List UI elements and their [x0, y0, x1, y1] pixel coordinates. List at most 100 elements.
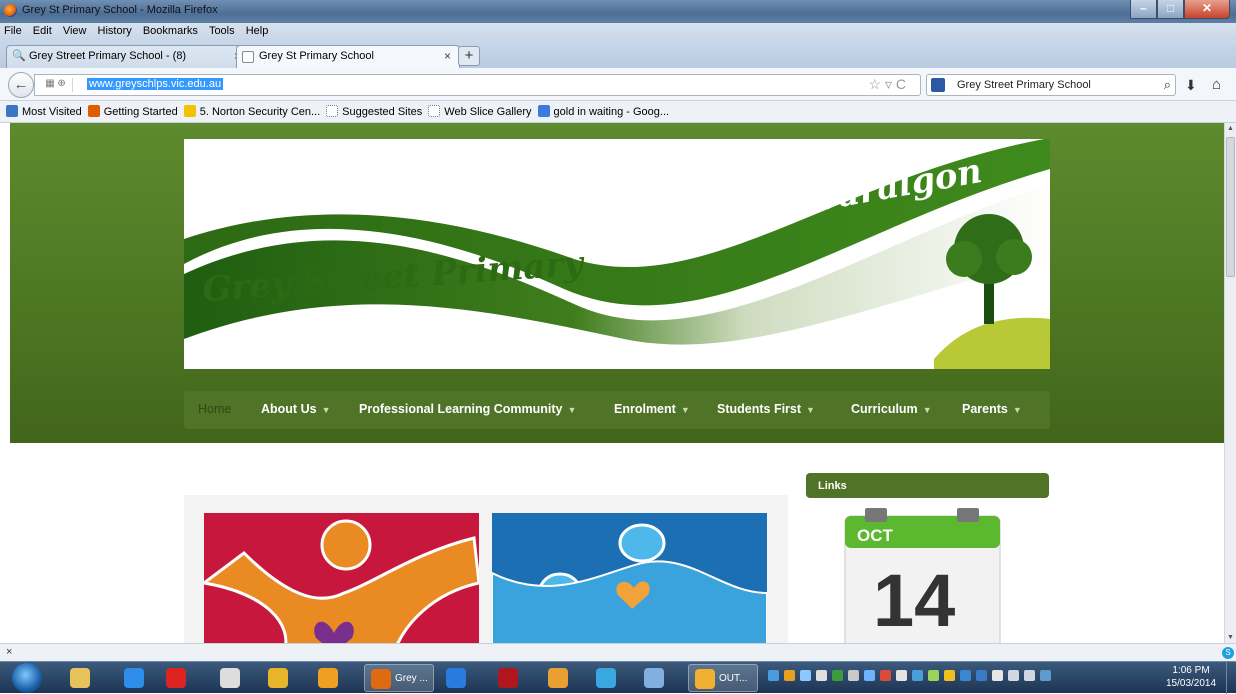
- taskbar-java-button[interactable]: [542, 664, 578, 692]
- bookmark-star-icon[interactable]: ☆ ▿ C: [869, 76, 906, 93]
- search-input[interactable]: Grey Street Primary School: [957, 79, 1091, 91]
- school-banner[interactable]: Grey Street Primary Traralgon: [184, 139, 1050, 369]
- outlook-icon: [695, 669, 715, 689]
- tab-grey-st-primary[interactable]: Grey St Primary School ×: [236, 45, 460, 68]
- media-app-icon: [318, 668, 338, 688]
- scroll-up-icon[interactable]: ▲: [1227, 125, 1234, 132]
- close-button[interactable]: ✕: [1184, 0, 1230, 19]
- volume-icon[interactable]: [1024, 670, 1035, 681]
- tray-icon[interactable]: [1040, 670, 1051, 681]
- scrollbar-thumb[interactable]: [1226, 137, 1235, 277]
- taskbar-clock[interactable]: 1:06 PM 15/03/2014: [1166, 664, 1216, 690]
- bookmark-item[interactable]: 5. Norton Security Cen...: [183, 105, 321, 118]
- minimize-button[interactable]: –: [1130, 0, 1157, 19]
- tray-icon[interactable]: [928, 670, 939, 681]
- skype-icon[interactable]: S: [1222, 647, 1234, 659]
- menu-view[interactable]: View: [59, 23, 87, 37]
- tray-icon[interactable]: [912, 670, 923, 681]
- tab-grey-street-search[interactable]: 🔍 Grey Street Primary School - (8) ×: [6, 45, 250, 68]
- taskbar-label: Grey ...: [395, 673, 428, 684]
- calendar-icon[interactable]: OCT 14: [835, 508, 1010, 643]
- tray-icon[interactable]: [960, 670, 971, 681]
- tab-close-icon[interactable]: ×: [444, 49, 451, 63]
- bookmark-item[interactable]: Getting Started: [87, 105, 178, 118]
- flag-icon[interactable]: [944, 670, 955, 681]
- tray-icon[interactable]: [832, 670, 843, 681]
- nav-about-us[interactable]: About Us ▼: [261, 402, 330, 416]
- bookmark-label: 5. Norton Security Cen...: [199, 106, 321, 118]
- findbar-close-icon[interactable]: ×: [6, 646, 12, 658]
- bookmark-icon: [537, 105, 550, 117]
- tray-icon[interactable]: [992, 670, 1003, 681]
- blue-figures-graphic: [492, 523, 767, 643]
- bookmark-item[interactable]: gold in waiting - Goog...: [537, 105, 669, 118]
- scroll-down-icon[interactable]: ▼: [1227, 634, 1234, 641]
- clock-date: 15/03/2014: [1166, 678, 1217, 689]
- tray-icon[interactable]: [896, 670, 907, 681]
- vertical-scrollbar[interactable]: ▲ ▼: [1224, 123, 1236, 643]
- tray-icon[interactable]: [864, 670, 875, 681]
- tray-icon[interactable]: [768, 670, 779, 681]
- nav-label: Parents: [962, 402, 1008, 416]
- show-desktop-button[interactable]: [1226, 662, 1236, 694]
- bookmark-item[interactable]: Web Slice Gallery: [428, 105, 532, 118]
- tray-icon[interactable]: [800, 670, 811, 681]
- tray-icon[interactable]: [848, 670, 859, 681]
- menu-history[interactable]: History: [94, 23, 132, 37]
- bookmark-item[interactable]: Suggested Sites: [326, 105, 422, 118]
- menu-bookmarks[interactable]: Bookmarks: [139, 23, 198, 37]
- nav-enrolment[interactable]: Enrolment ▼: [614, 402, 690, 416]
- taskbar-chrome-button[interactable]: [262, 664, 298, 692]
- taskbar-firefox-button[interactable]: Grey ...: [364, 664, 434, 692]
- taskbar-outlook-button[interactable]: OUT...: [688, 664, 758, 692]
- nav-curriculum[interactable]: Curriculum ▼: [851, 402, 932, 416]
- nav-label: Enrolment: [614, 402, 676, 416]
- taskbar-math-app-button[interactable]: [590, 664, 626, 692]
- nav-professional-learning-community[interactable]: Professional Learning Community ▼: [359, 402, 576, 416]
- search-icon: 🔍: [12, 50, 26, 62]
- nav-home[interactable]: Home: [198, 402, 231, 416]
- search-icon[interactable]: ⌕: [1164, 77, 1171, 93]
- site-identity-icon[interactable]: ▦ ⊕: [39, 78, 73, 92]
- address-text[interactable]: www.greyschlps.vic.edu.au: [87, 78, 224, 90]
- bookmark-icon: [183, 105, 196, 117]
- maximize-button[interactable]: □: [1157, 0, 1184, 19]
- menu-help[interactable]: Help: [242, 23, 269, 37]
- search-engine-icon[interactable]: [931, 78, 945, 92]
- taskbar-red-app-button[interactable]: [492, 664, 528, 692]
- tray-icon[interactable]: [816, 670, 827, 681]
- address-bar[interactable]: ▦ ⊕ www.greyschlps.vic.edu.au ☆ ▿ C: [34, 74, 921, 96]
- nav-label: Home: [198, 402, 232, 416]
- feature-tile-orange-figure[interactable]: [204, 513, 479, 643]
- back-button[interactable]: ←: [8, 72, 34, 98]
- firefox-icon: [4, 4, 17, 17]
- bookmark-item[interactable]: Most Visited: [6, 105, 82, 118]
- menu-file[interactable]: File: [0, 23, 22, 37]
- new-tab-button[interactable]: +: [458, 46, 480, 66]
- menu-tools[interactable]: Tools: [205, 23, 235, 37]
- start-button[interactable]: [12, 663, 42, 693]
- back-arrow-icon: ←: [13, 76, 29, 93]
- network-icon[interactable]: [1008, 670, 1019, 681]
- bookmark-icon: [326, 105, 339, 117]
- taskbar-calc-app-button[interactable]: [638, 664, 674, 692]
- nav-parents[interactable]: Parents ▼: [962, 402, 1022, 416]
- page-content: Grey Street Primary Traralgon Home About …: [0, 123, 1224, 643]
- home-icon[interactable]: ⌂: [1212, 76, 1221, 93]
- taskbar-pin-app-button[interactable]: [160, 664, 196, 692]
- download-icon[interactable]: ⬇: [1185, 77, 1197, 94]
- menu-edit[interactable]: Edit: [29, 23, 52, 37]
- taskbar-lync-button[interactable]: [440, 664, 476, 692]
- taskbar-clock-app-button[interactable]: [214, 664, 250, 692]
- tray-icon[interactable]: [784, 670, 795, 681]
- nav-students-first[interactable]: Students First ▼: [717, 402, 815, 416]
- search-bar[interactable]: Grey Street Primary School ⌕: [926, 74, 1176, 96]
- calc-app-icon: [644, 668, 664, 688]
- tray-icon[interactable]: [976, 670, 987, 681]
- taskbar-internet-explorer-button[interactable]: [118, 664, 154, 692]
- taskbar-media-app-button[interactable]: [312, 664, 348, 692]
- feature-tile-blue-figures[interactable]: [492, 513, 767, 643]
- taskbar-file-explorer-button[interactable]: [64, 664, 100, 692]
- lync-icon: [446, 668, 466, 688]
- tray-icon[interactable]: [880, 670, 891, 681]
